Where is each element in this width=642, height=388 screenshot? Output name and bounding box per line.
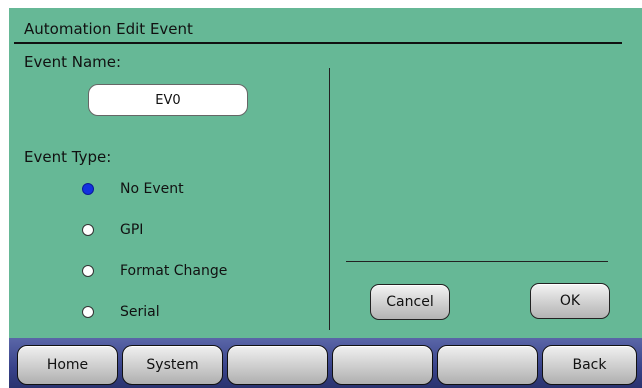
nav-blank-button-2[interactable] — [332, 345, 433, 385]
ok-button[interactable]: OK — [530, 283, 610, 319]
radio-format-change[interactable] — [82, 265, 94, 277]
radio-label-format-change[interactable]: Format Change — [120, 263, 227, 279]
event-name-label: Event Name: — [24, 53, 122, 71]
radio-label-gpi[interactable]: GPI — [120, 222, 143, 238]
nav-blank-button-1[interactable] — [227, 345, 328, 385]
vertical-divider — [329, 68, 330, 330]
radio-serial[interactable] — [82, 306, 94, 318]
nav-back-button[interactable]: Back — [542, 345, 637, 385]
automation-edit-event-screen: Automation Edit Event Event Name: EV0 Ev… — [0, 0, 642, 388]
event-type-label: Event Type: — [24, 148, 112, 166]
event-name-field[interactable]: EV0 — [88, 84, 248, 116]
page-title: Automation Edit Event — [24, 20, 193, 38]
horizontal-divider — [346, 261, 608, 262]
radio-gpi[interactable] — [82, 224, 94, 236]
nav-home-button[interactable]: Home — [17, 345, 118, 385]
title-divider — [14, 42, 622, 44]
radio-no-event[interactable] — [82, 183, 94, 195]
nav-blank-button-3[interactable] — [437, 345, 538, 385]
radio-label-serial[interactable]: Serial — [120, 304, 160, 320]
cancel-button[interactable]: Cancel — [370, 284, 450, 320]
nav-system-button[interactable]: System — [122, 345, 223, 385]
radio-label-no-event[interactable]: No Event — [120, 181, 184, 197]
